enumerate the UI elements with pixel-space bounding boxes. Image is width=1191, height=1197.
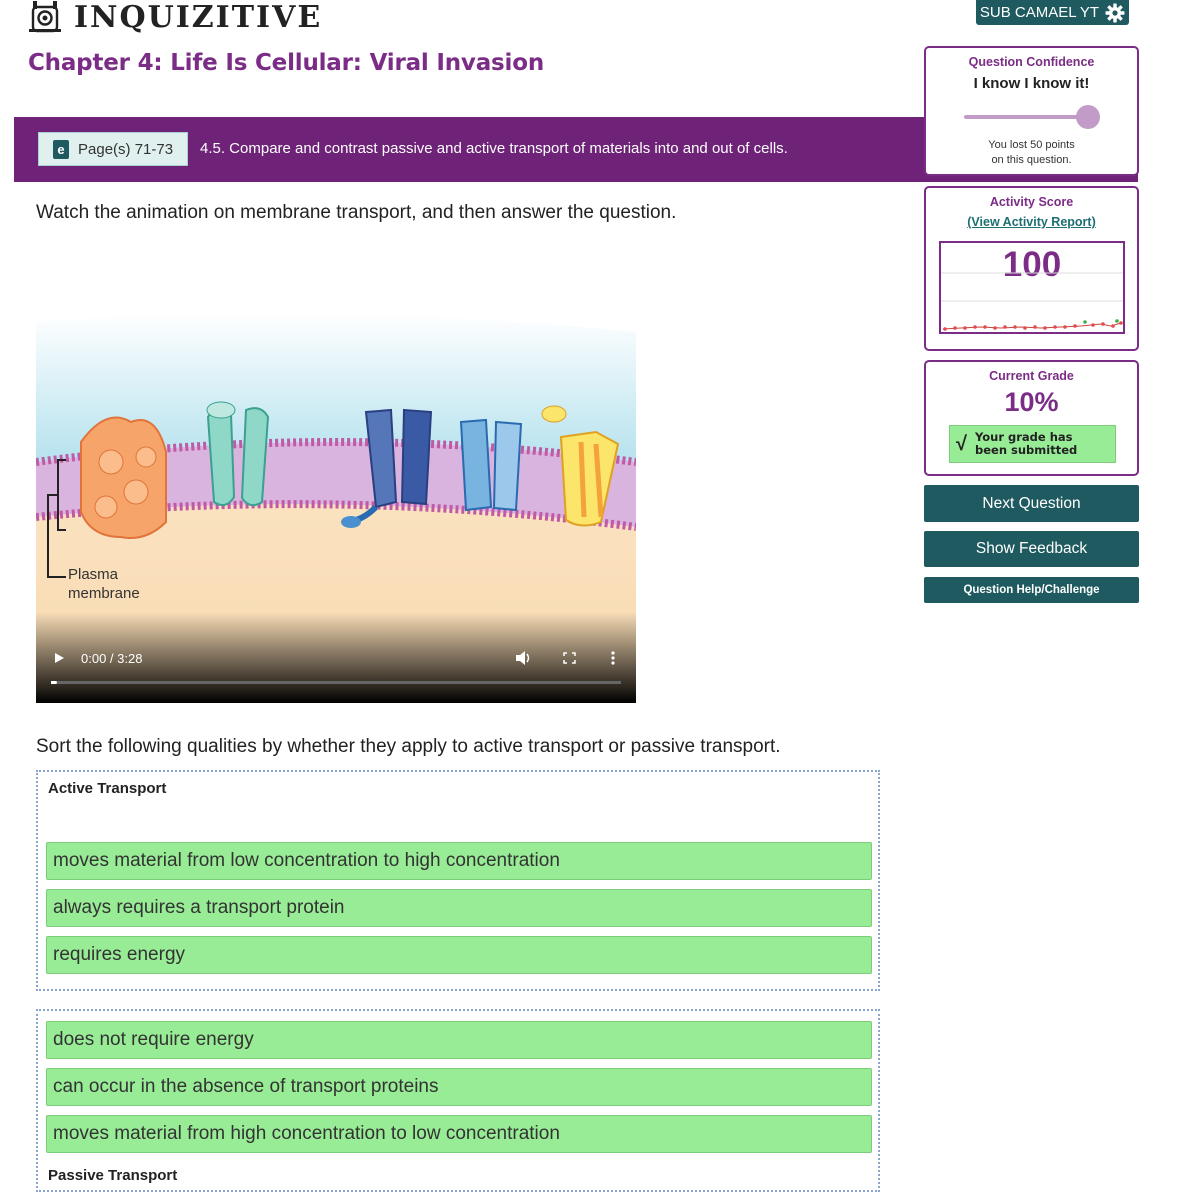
pages-label: Page(s) 71-73 bbox=[78, 140, 174, 158]
score-trend-graph bbox=[941, 272, 1123, 331]
points-note-line1: You lost 50 points bbox=[988, 139, 1075, 151]
active-zone-label: Active Transport bbox=[48, 780, 167, 797]
show-feedback-button[interactable]: Show Feedback bbox=[924, 531, 1139, 567]
checkmark-icon: √ bbox=[956, 432, 967, 455]
submitted-line2: been submitted bbox=[974, 443, 1078, 457]
points-lost-note: You lost 50 points on this question. bbox=[926, 138, 1137, 168]
ebook-pages-button[interactable]: e Page(s) 71-73 bbox=[38, 132, 188, 166]
gear-icon bbox=[1105, 3, 1125, 22]
sort-card[interactable]: moves material from low concentration to… bbox=[46, 842, 872, 880]
question-prompt: Watch the animation on membrane transpor… bbox=[36, 202, 677, 223]
play-icon[interactable] bbox=[55, 653, 64, 663]
controls-overlay: 0:00 / 3:28 bbox=[51, 651, 621, 684]
sort-prompt: Sort the following qualities by whether … bbox=[36, 736, 781, 757]
passive-zone-label: Passive Transport bbox=[48, 1167, 178, 1184]
confidence-slider-track[interactable] bbox=[964, 115, 1094, 119]
grade-title: Current Grade bbox=[989, 369, 1074, 383]
fullscreen-icon[interactable] bbox=[563, 652, 576, 664]
user-menu-button[interactable]: SUB CAMAEL YT bbox=[976, 0, 1129, 25]
confidence-title: Question Confidence bbox=[968, 55, 1095, 69]
activity-score-panel: Activity Score (View Activity Report) 10… bbox=[924, 186, 1139, 351]
user-name-label: SUB CAMAEL YT bbox=[979, 4, 1100, 21]
sort-card[interactable]: does not require energy bbox=[46, 1021, 872, 1059]
grade-value: 10% bbox=[1004, 387, 1059, 417]
volume-icon[interactable] bbox=[516, 651, 530, 665]
question-help-button[interactable]: Question Help/Challenge bbox=[924, 577, 1139, 603]
ebook-icon: e bbox=[53, 139, 69, 159]
sort-card[interactable]: always requires a transport protein bbox=[46, 889, 872, 927]
next-question-button[interactable]: Next Question bbox=[924, 485, 1139, 522]
video-time: 0:00 / 3:28 bbox=[81, 651, 142, 666]
current-grade-panel: Current Grade 10% √ Your grade has been … bbox=[924, 360, 1139, 476]
activity-score-title: Activity Score bbox=[989, 195, 1074, 209]
confidence-slider-thumb[interactable] bbox=[1076, 105, 1100, 129]
confidence-value: I know I know it! bbox=[973, 75, 1090, 92]
sort-card[interactable]: moves material from high concentration t… bbox=[46, 1115, 872, 1153]
grade-submitted-text: Your grade has been submitted bbox=[975, 431, 1077, 457]
video-progress-fill bbox=[51, 681, 57, 684]
sort-card[interactable]: can occur in the absence of transport pr… bbox=[46, 1068, 872, 1106]
app-logo: INQUIZITIVE bbox=[28, 0, 322, 36]
sort-card[interactable]: requires energy bbox=[46, 936, 872, 974]
active-transport-dropzone[interactable]: Active Transport moves material from low… bbox=[36, 770, 880, 991]
learning-objective: 4.5. Compare and contrast passive and ac… bbox=[200, 140, 788, 157]
more-options-icon[interactable] bbox=[611, 651, 615, 665]
points-note-line2: on this question. bbox=[991, 154, 1072, 166]
score-graph: 100 bbox=[939, 241, 1125, 334]
grade-submitted-badge: √ Your grade has been submitted bbox=[949, 425, 1116, 463]
passive-transport-dropzone[interactable]: does not require energy can occur in the… bbox=[36, 1009, 880, 1192]
video-progress-track[interactable] bbox=[51, 681, 621, 684]
question-confidence-panel: Question Confidence I know I know it! Yo… bbox=[924, 46, 1139, 176]
chapter-title: Chapter 4: Life Is Cellular: Viral Invas… bbox=[28, 50, 544, 76]
view-activity-report-link[interactable]: (View Activity Report) bbox=[967, 215, 1096, 229]
video-player[interactable]: Plasma membrane 0:00 / 3:28 bbox=[36, 312, 636, 703]
logo-text: INQUIZITIVE bbox=[74, 0, 323, 35]
owl-logo-icon bbox=[29, 1, 61, 33]
